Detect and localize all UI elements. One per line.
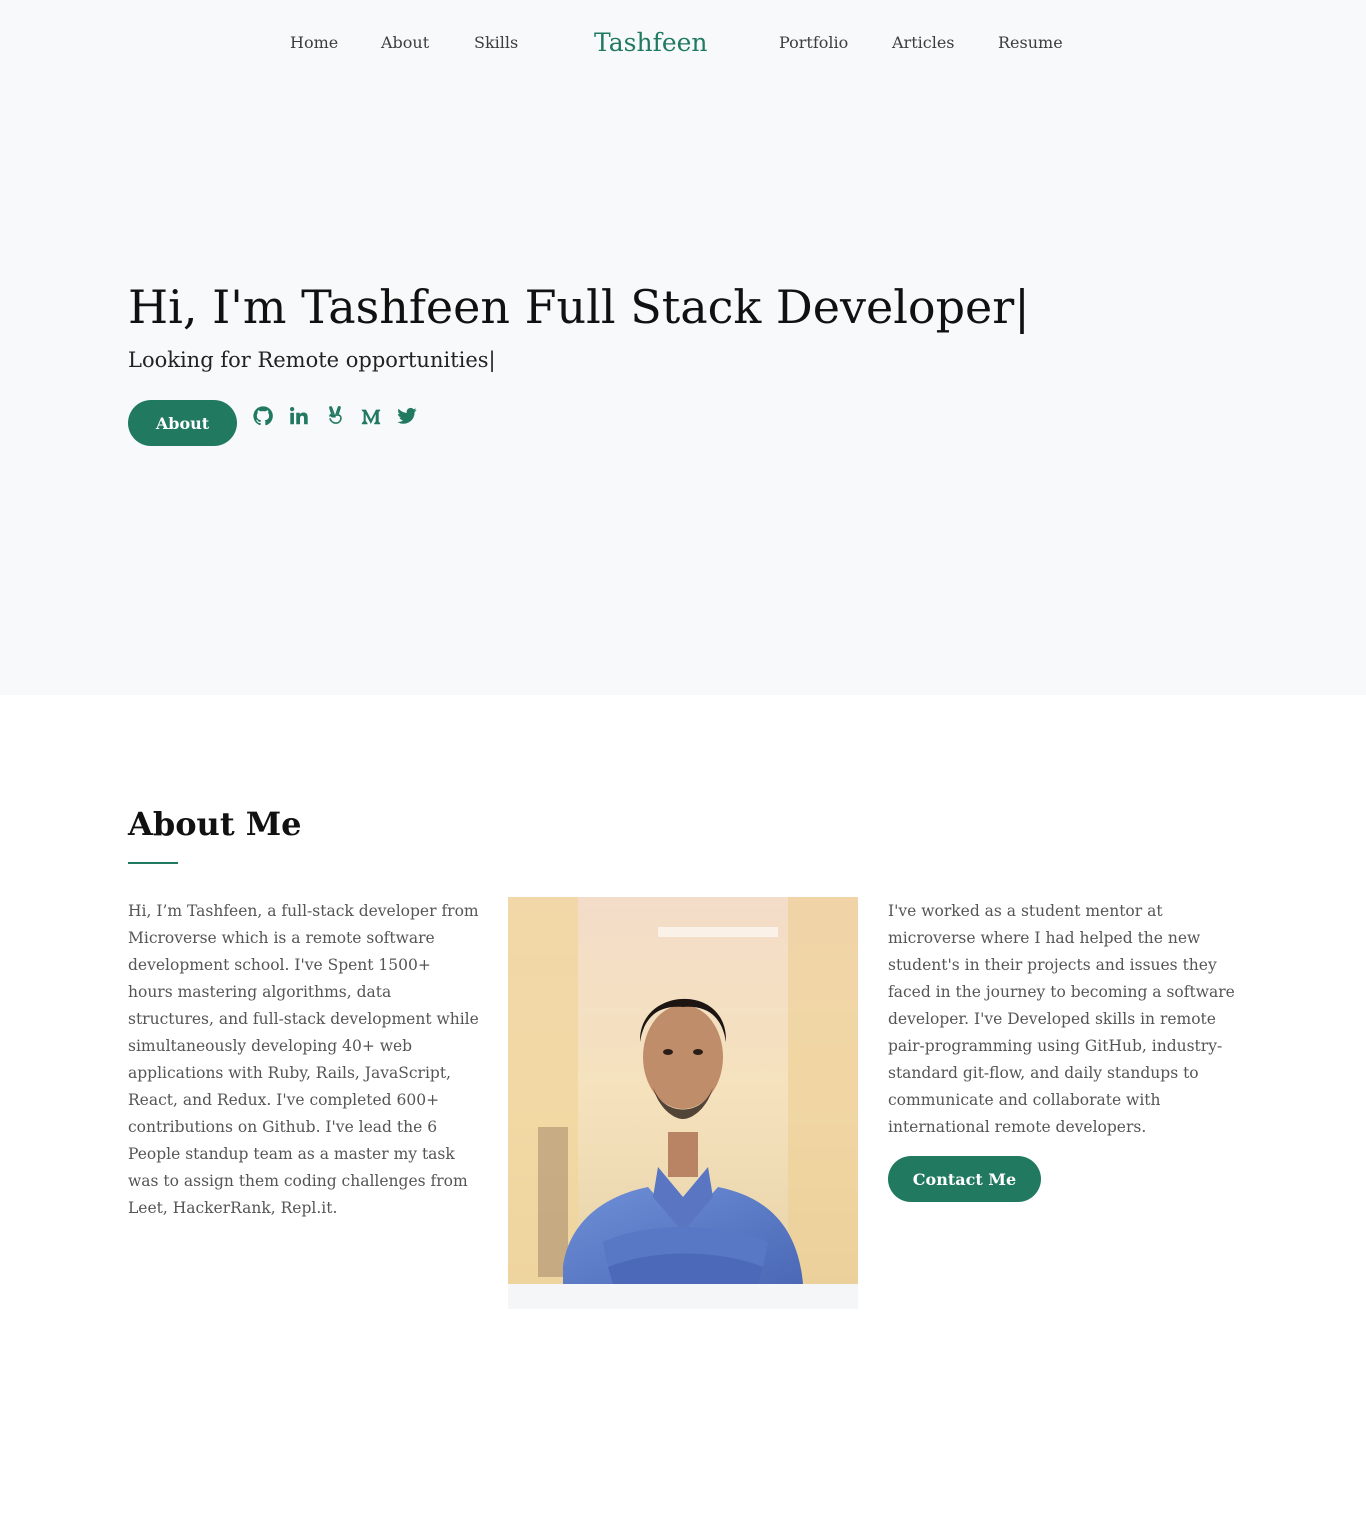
brand-logo[interactable]: Tashfeen [594,28,708,57]
nav-articles[interactable]: Articles [892,33,955,52]
contact-me-button[interactable]: Contact Me [888,1156,1041,1202]
nav-portfolio[interactable]: Portfolio [779,33,848,52]
heading-divider [128,862,178,864]
medium-icon[interactable] [359,403,383,429]
hero-title: Hi, I'm Tashfeen Full Stack Developer| [128,280,1030,334]
linkedin-icon[interactable] [287,403,311,429]
hero-section: Home About Skills Tashfeen Portfolio Art… [0,0,1366,695]
twitter-icon[interactable] [395,403,419,429]
profile-photo [508,897,858,1284]
angellist-icon[interactable] [323,403,347,429]
nav-skills[interactable]: Skills [474,33,518,52]
profile-photo-frame [508,897,858,1309]
nav-resume[interactable]: Resume [998,33,1063,52]
social-links [251,403,419,429]
nav-home[interactable]: Home [290,33,338,52]
github-icon[interactable] [251,403,275,429]
about-heading: About Me [128,805,302,843]
nav-about[interactable]: About [381,33,429,52]
about-text-right: I've worked as a student mentor at micro… [888,902,1235,1136]
about-button[interactable]: About [128,400,237,446]
about-text-left: Hi, I’m Tashfeen, a full-stack developer… [128,902,479,1217]
top-nav: Home About Skills Tashfeen Portfolio Art… [0,28,1366,60]
hero-subtitle: Looking for Remote opportunities| [128,348,496,372]
